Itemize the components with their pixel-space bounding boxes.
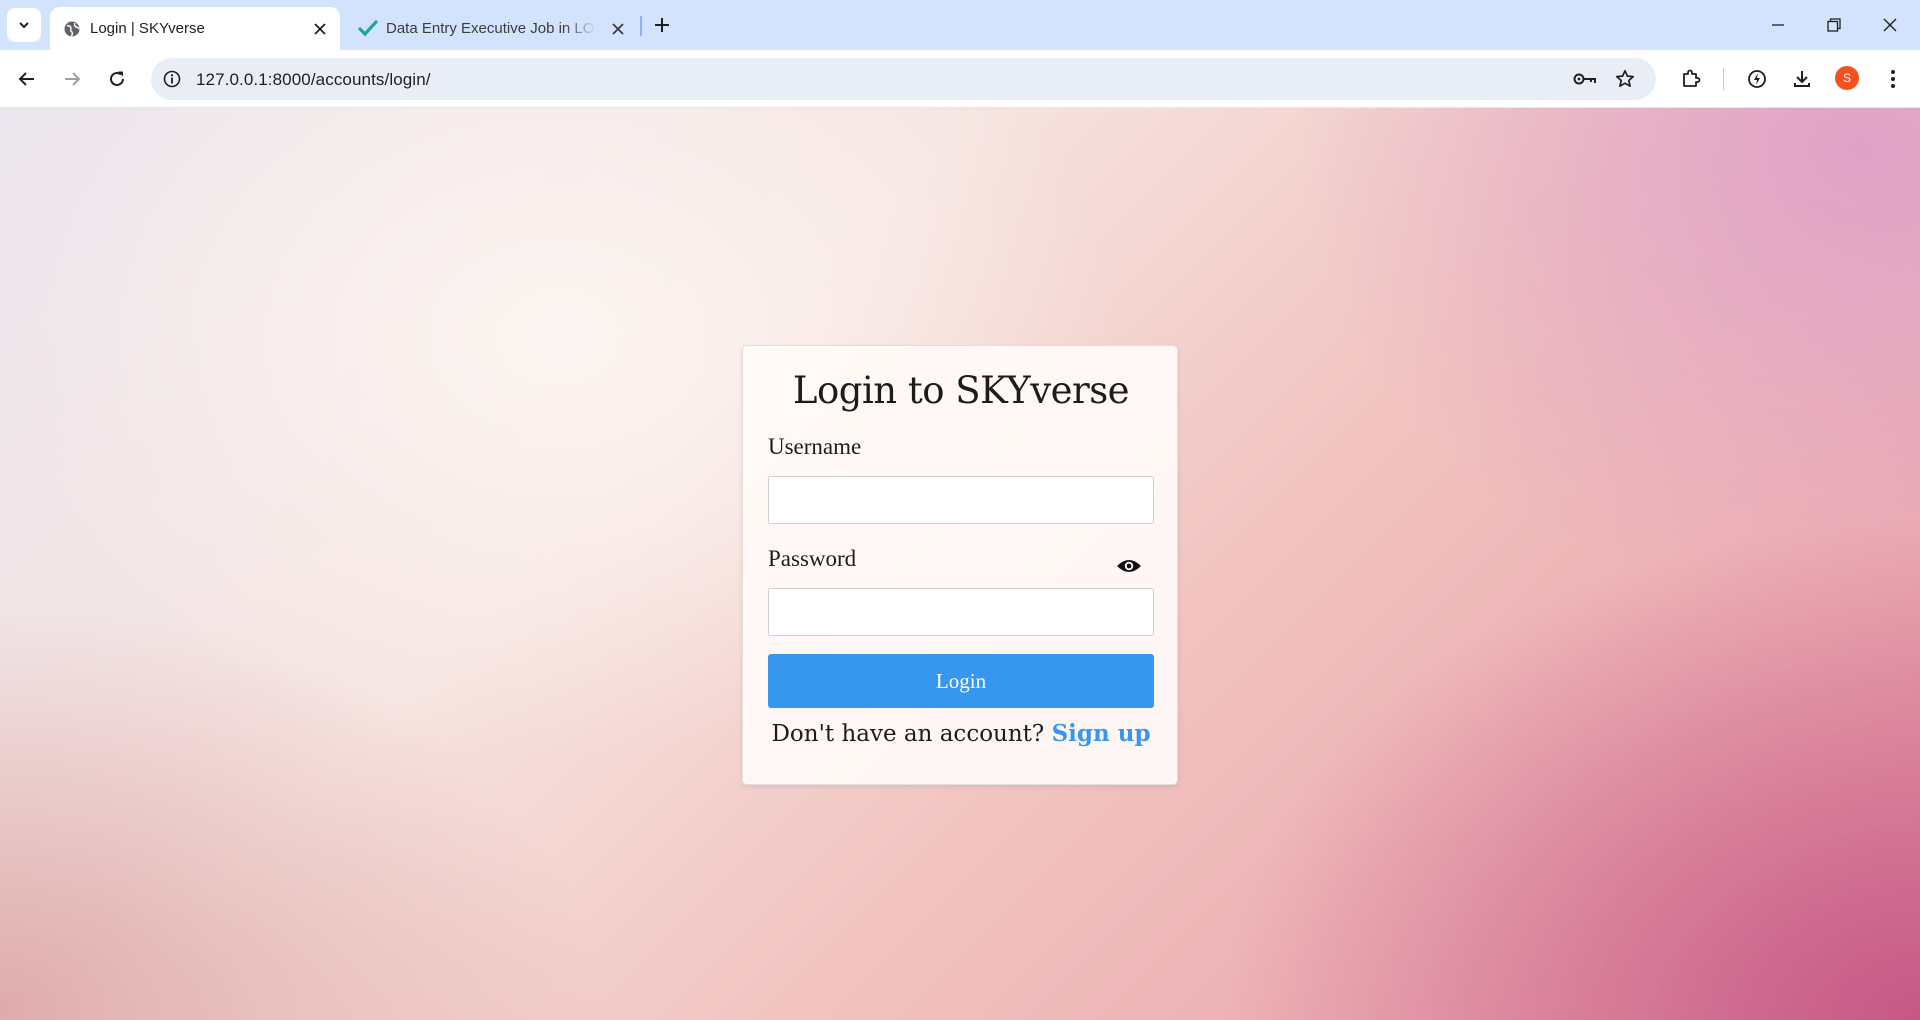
- tab-job[interactable]: Data Entry Executive Job in LOA: [346, 7, 638, 50]
- browser-menu-button[interactable]: [1876, 62, 1910, 96]
- tab-login[interactable]: Login | SKYverse: [50, 7, 340, 50]
- reload-icon: [110, 71, 124, 86]
- page-title: Login to SKYverse: [792, 369, 1130, 412]
- bookmark-star-icon[interactable]: [1613, 67, 1637, 91]
- password-input[interactable]: [768, 588, 1154, 636]
- restore-button[interactable]: [1806, 0, 1862, 50]
- plus-icon: [655, 18, 669, 32]
- profile-avatar[interactable]: S: [1835, 66, 1859, 90]
- key-icon[interactable]: [1573, 67, 1597, 91]
- minimize-button[interactable]: [1750, 0, 1806, 50]
- login-button[interactable]: Login: [768, 654, 1154, 708]
- close-tab-icon[interactable]: [608, 19, 628, 39]
- site-info-icon[interactable]: [160, 67, 184, 91]
- forward-arrow-icon: [65, 72, 81, 86]
- new-tab-button[interactable]: [650, 10, 674, 40]
- page-background: Login to SKYverse Username Password Logi…: [0, 108, 1920, 1020]
- signup-prompt: Don't have an account?: [771, 721, 1045, 747]
- extensions-button[interactable]: [1674, 62, 1708, 96]
- password-label: Password: [768, 546, 857, 571]
- close-window-button[interactable]: [1862, 0, 1918, 50]
- username-label: Username: [768, 434, 862, 459]
- login-card: Login to SKYverse Username Password Logi…: [742, 345, 1178, 785]
- close-icon: [1883, 18, 1897, 32]
- reload-button[interactable]: [100, 62, 134, 96]
- puzzle-icon: [1683, 69, 1701, 87]
- toolbar-divider: [1723, 68, 1724, 90]
- downloads-button[interactable]: [1785, 62, 1819, 96]
- signup-link[interactable]: Sign up: [1052, 720, 1151, 747]
- tab-divider: [640, 16, 642, 36]
- username-input[interactable]: [768, 476, 1154, 524]
- checkmark-icon: [358, 19, 378, 39]
- more-vert-icon: [1891, 70, 1895, 88]
- forward-button[interactable]: [55, 62, 89, 96]
- url-text[interactable]: 127.0.0.1:8000/accounts/login/: [196, 70, 431, 90]
- chevron-down-icon: [19, 22, 29, 29]
- restore-icon: [1827, 18, 1841, 32]
- tab-title: Data Entry Executive Job in LOA: [386, 20, 596, 37]
- tab-search-button[interactable]: [7, 8, 41, 42]
- performance-button[interactable]: [1740, 62, 1774, 96]
- address-bar[interactable]: 127.0.0.1:8000/accounts/login/: [151, 58, 1656, 100]
- globe-icon: [62, 19, 82, 39]
- download-icon: [1794, 71, 1810, 87]
- back-button[interactable]: [10, 62, 44, 96]
- back-arrow-icon: [18, 72, 34, 86]
- tab-strip: Login | SKYverse Data Entry Executive Jo…: [0, 0, 1920, 50]
- minimize-icon: [1772, 24, 1784, 26]
- tab-title: Login | SKYverse: [90, 20, 205, 37]
- show-password-eye-icon[interactable]: [1115, 556, 1143, 576]
- performance-icon: [1748, 70, 1766, 88]
- close-tab-icon[interactable]: [310, 19, 330, 39]
- signup-row: Don't have an account? Sign up: [743, 720, 1179, 747]
- browser-toolbar: 127.0.0.1:8000/accounts/login/ S: [0, 50, 1920, 108]
